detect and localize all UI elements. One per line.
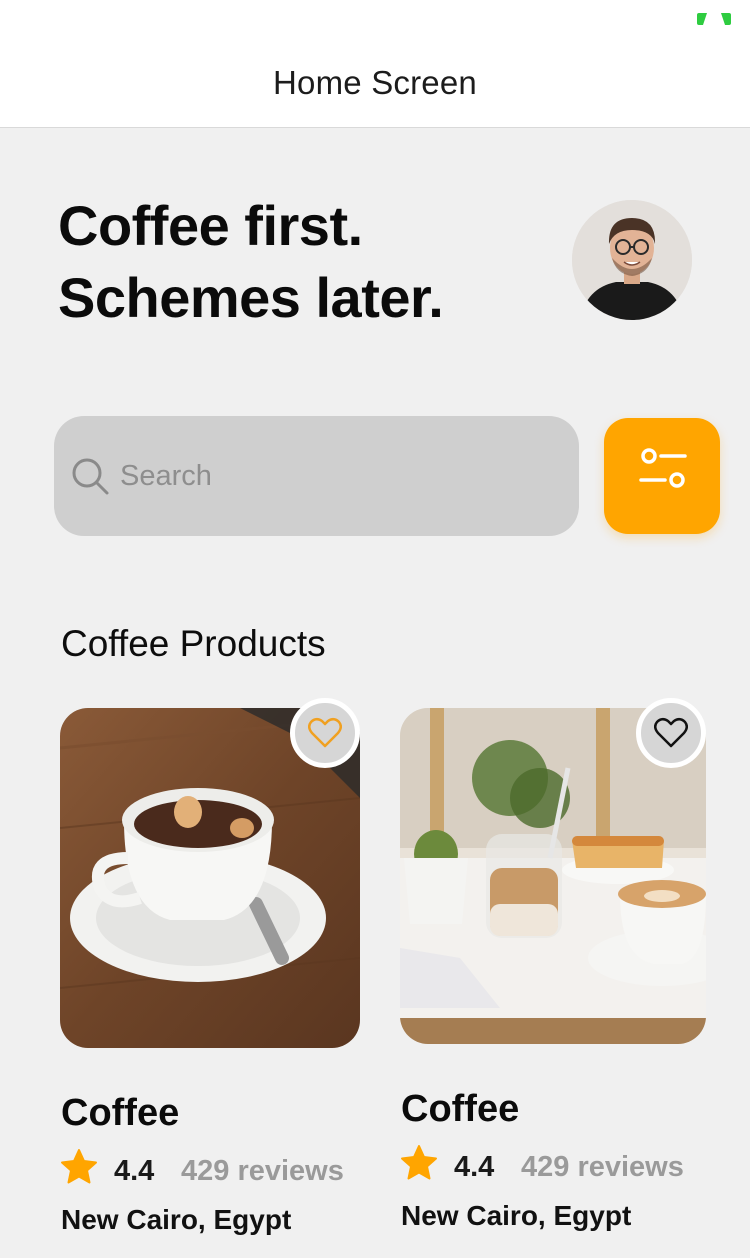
star-icon	[401, 1145, 437, 1180]
avatar-image	[572, 200, 692, 320]
status-bar	[0, 0, 750, 40]
headline-line-1: Coffee first.	[58, 194, 363, 257]
status-indicator-icon	[697, 13, 731, 25]
product-location: New Cairo, Egypt	[61, 1204, 292, 1235]
reviews-count: 429 reviews	[521, 1151, 684, 1183]
nav-title: Home Screen	[273, 64, 477, 101]
rating-value: 4.4	[454, 1151, 495, 1183]
navigation-bar: Home Screen	[0, 40, 750, 128]
reviews-count: 429 reviews	[181, 1155, 344, 1187]
product-title: Coffee	[401, 1088, 520, 1130]
filter-button[interactable]	[604, 418, 720, 534]
heart-outline-icon	[308, 718, 342, 748]
rating-value: 4.4	[114, 1155, 155, 1187]
star-icon	[61, 1149, 97, 1184]
product-title: Coffee	[61, 1092, 180, 1134]
heart-outline-icon	[654, 718, 688, 748]
favorite-button[interactable]	[290, 698, 360, 768]
avatar[interactable]	[572, 200, 692, 320]
product-location: New Cairo, Egypt	[401, 1200, 632, 1231]
search-input[interactable]	[120, 454, 540, 498]
filter-sliders-icon	[639, 448, 687, 488]
favorite-button[interactable]	[636, 698, 706, 768]
headline: Coffee first. Schemes later.	[58, 190, 538, 334]
search-icon	[72, 458, 109, 495]
headline-line-2: Schemes later.	[58, 266, 444, 329]
section-title: Coffee Products	[61, 623, 326, 664]
